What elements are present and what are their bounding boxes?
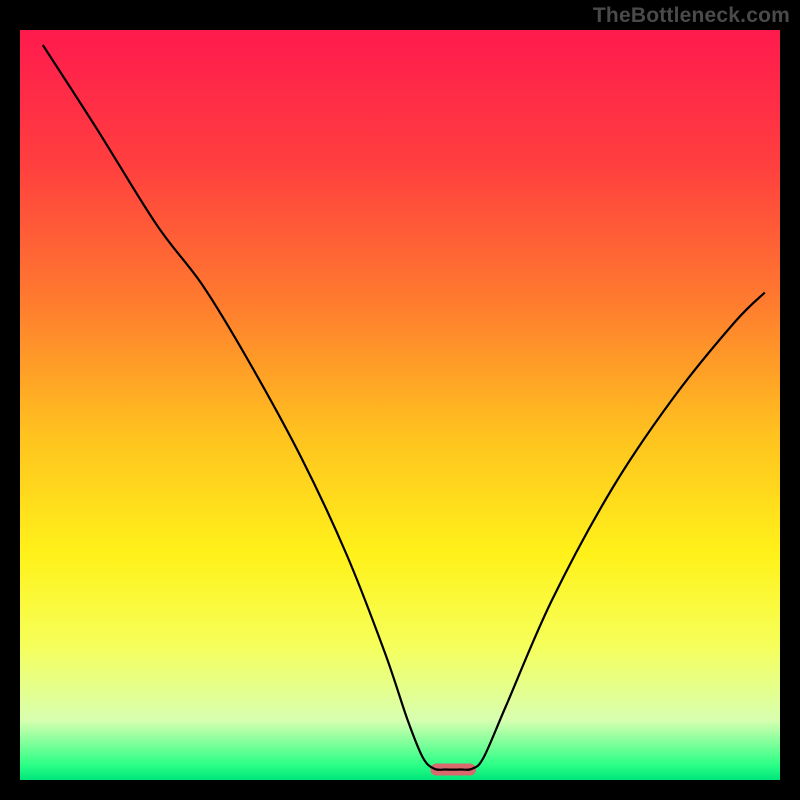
credit-text: TheBottleneck.com bbox=[593, 4, 790, 28]
gradient-background bbox=[20, 30, 780, 780]
chart-frame: TheBottleneck.com bbox=[0, 0, 800, 800]
bottleneck-chart bbox=[0, 0, 800, 800]
